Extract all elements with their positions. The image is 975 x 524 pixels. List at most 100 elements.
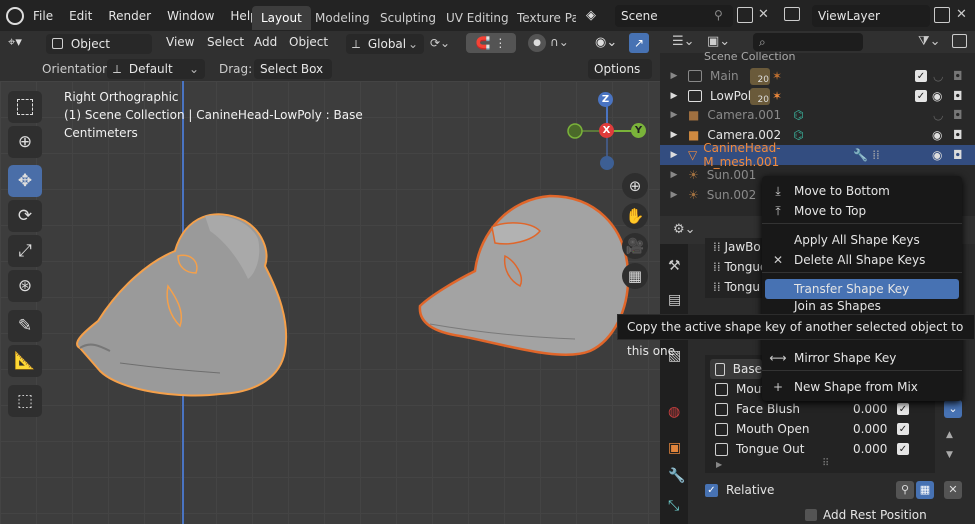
menu-item-move-to-bottom[interactable]: ⤓ Move to Bottom <box>762 181 962 201</box>
outliner-row-caninehead[interactable]: ▶ ▽ CanineHead-M_mesh.001 🔧 ⁞⁞ ◉ ◘ <box>660 141 975 169</box>
shape-key-row-face-blush[interactable]: Face Blush 0.000 ✓ <box>710 399 932 419</box>
expand-arrow-icon[interactable]: ▶ <box>660 150 688 160</box>
outliner-editor-icon[interactable]: ☰⌄ <box>672 34 695 49</box>
expand-arrow-icon[interactable]: ▶ <box>660 190 688 200</box>
measure-tool[interactable]: 📐 <box>8 345 42 377</box>
resize-handle-icon[interactable]: ⠿ <box>822 458 829 469</box>
select-box-tool[interactable] <box>8 91 42 123</box>
outliner-row-main[interactable]: ▶ Main 20 ✶ ✓ ◡ ◘ <box>660 66 975 86</box>
ortho-grid-icon[interactable]: ▦ <box>622 263 648 289</box>
gizmo-z-icon[interactable]: Z <box>598 92 613 107</box>
outliner-row-camera-001[interactable]: ▶ ■ Camera.001 ⌬ ◡ ◘ <box>660 105 975 125</box>
canine-head-mesh-001[interactable] <box>418 194 630 356</box>
move-tool[interactable]: ✥ <box>8 165 42 197</box>
expand-arrow-icon[interactable]: ▶ <box>660 130 688 140</box>
new-collection-icon[interactable] <box>952 34 967 48</box>
eye-icon[interactable]: ◉ <box>932 128 942 142</box>
menu-view[interactable]: View <box>166 35 194 49</box>
options-dropdown[interactable]: Options ⌄ <box>588 59 652 96</box>
move-down-icon[interactable]: ▼ <box>946 450 953 460</box>
tool-tab-icon[interactable]: ⚒ <box>668 258 681 274</box>
outliner-search-input[interactable]: ⌕ <box>753 33 863 51</box>
pin-icon[interactable]: ⚲ <box>714 8 723 22</box>
shape-key-mute-checkbox[interactable]: ✓ <box>897 403 909 415</box>
shape-key-value[interactable]: 0.000 <box>853 422 893 436</box>
outliner-row-lowpoly[interactable]: ▶ LowPoly 20 ✶ ✓ ◉ ◘ <box>660 86 975 106</box>
expand-arrow-icon[interactable]: ▶ <box>660 71 688 81</box>
menu-object[interactable]: Object <box>289 35 328 49</box>
include-checkbox[interactable]: ✓ <box>915 90 927 102</box>
object-tab-icon[interactable]: ▣ <box>668 440 681 456</box>
camera-render-icon[interactable]: ◘ <box>953 108 963 122</box>
pin-shape-icon[interactable]: ⚲ <box>896 481 914 499</box>
visibility-icon[interactable]: ◉⌄ <box>595 35 617 50</box>
menu-item-move-to-top[interactable]: ⤒ Move to Top <box>762 201 962 221</box>
shape-key-row-mouth-open[interactable]: Mouth Open 0.000 ✓ <box>710 419 932 439</box>
scene-icon[interactable]: ◈ <box>586 8 596 23</box>
camera-render-icon[interactable]: ◘ <box>953 128 963 142</box>
menu-file[interactable]: File <box>25 9 61 23</box>
modifier-tab-icon[interactable]: 🔧 <box>668 468 685 484</box>
3d-viewport[interactable]: Right Orthographic (1) Scene Collection … <box>0 81 660 524</box>
menu-item-new-shape-from-mix[interactable]: + New Shape from Mix <box>762 377 962 397</box>
new-view-layer-icon[interactable] <box>934 7 950 23</box>
zoom-icon[interactable]: ⊕ <box>622 173 648 199</box>
view-layer-field[interactable]: ViewLayer <box>812 5 930 27</box>
tab-texture-paint[interactable]: Texture Pai <box>508 6 576 30</box>
expand-arrow-icon[interactable]: ▶ <box>660 170 688 180</box>
orientation-dropdown[interactable]: ⟂ Default ⌄ <box>107 59 205 79</box>
clear-shape-icon[interactable]: ✕ <box>944 481 962 499</box>
camera-view-icon[interactable]: 🎥 <box>622 233 648 259</box>
move-up-icon[interactable]: ▲ <box>946 430 953 440</box>
render-tab-icon[interactable]: ▤ <box>668 292 681 308</box>
viewport-meshes[interactable] <box>0 81 660 524</box>
tab-layout[interactable]: Layout <box>252 6 311 30</box>
partial-shape-key-row[interactable]: ⁞⁞ Tongue <box>713 260 767 274</box>
proportional-edit-icon[interactable]: ● <box>528 34 546 52</box>
mode-dropdown[interactable]: Object Mode ⌄ <box>46 34 152 71</box>
expand-arrow-icon[interactable]: ▶ <box>660 91 688 101</box>
shape-key-mute-checkbox[interactable]: ✓ <box>897 443 909 455</box>
shape-key-value[interactable]: 0.000 <box>853 402 893 416</box>
pivot-icon[interactable]: ⟳⌄ <box>430 36 450 50</box>
canine-head-lowpoly-mesh[interactable] <box>76 213 288 397</box>
rotate-tool[interactable]: ⟳ <box>8 200 42 232</box>
properties-editor-icon[interactable]: ⚙⌄ <box>673 222 696 237</box>
menu-item-join-as-shapes[interactable]: Join as Shapes <box>762 299 962 313</box>
menu-item-delete-all[interactable]: ✕ Delete All Shape Keys <box>762 250 962 270</box>
edit-mode-shape-icon[interactable]: ▦ <box>916 481 934 499</box>
annotate-tool[interactable]: ✎ <box>8 310 42 342</box>
relative-checkbox[interactable]: ✓ <box>705 483 718 497</box>
eye-icon[interactable]: ◉ <box>932 89 942 103</box>
tab-uv-editing[interactable]: UV Editing <box>437 6 518 30</box>
camera-render-icon[interactable]: ◘ <box>953 89 963 103</box>
partial-shape-key-row[interactable]: ⁞⁞ Tongu <box>713 280 760 294</box>
falloff-icon[interactable]: ∩⌄ <box>550 35 569 49</box>
view-layer-icon[interactable] <box>784 7 800 21</box>
menu-edit[interactable]: Edit <box>61 9 100 23</box>
gizmo-y-icon[interactable]: Y <box>631 123 646 138</box>
gizmo-x-icon[interactable]: X <box>599 123 614 138</box>
snap-toggle[interactable]: 🧲 ⋮ <box>466 33 516 53</box>
expand-arrow-icon[interactable]: ▶ <box>716 460 722 469</box>
include-checkbox[interactable]: ✓ <box>915 70 927 82</box>
blender-logo-icon[interactable] <box>6 7 24 25</box>
transform-orientation-dropdown[interactable]: ⟂ Global ⌄ <box>346 34 424 54</box>
display-mode-icon[interactable]: ▣⌄ <box>707 34 730 49</box>
remove-view-layer-icon[interactable]: ✕ <box>956 7 967 22</box>
camera-render-icon[interactable]: ◘ <box>953 148 963 162</box>
menu-window[interactable]: Window <box>159 9 222 23</box>
partial-shape-key-row[interactable]: ⁞⁞ JawBo <box>713 240 761 254</box>
scale-tool[interactable]: ⤢ <box>8 235 42 267</box>
eye-hidden-icon[interactable]: ◡ <box>933 69 943 83</box>
drag-dropdown[interactable]: Select Box ⌄ <box>254 59 332 96</box>
scene-collection-label[interactable]: Scene Collection <box>704 50 795 62</box>
tab-modeling[interactable]: Modeling <box>306 6 379 30</box>
shape-key-row-base[interactable]: Base <box>710 359 762 379</box>
specials-dropdown-icon[interactable]: ⌄ <box>944 400 962 418</box>
remove-scene-icon[interactable]: ✕ <box>758 7 769 22</box>
eye-icon[interactable]: ◉ <box>932 148 942 162</box>
filter-icon[interactable]: ⧩⌄ <box>918 34 941 49</box>
eye-hidden-icon[interactable]: ◡ <box>933 108 943 122</box>
expand-arrow-icon[interactable]: ▶ <box>660 110 688 120</box>
